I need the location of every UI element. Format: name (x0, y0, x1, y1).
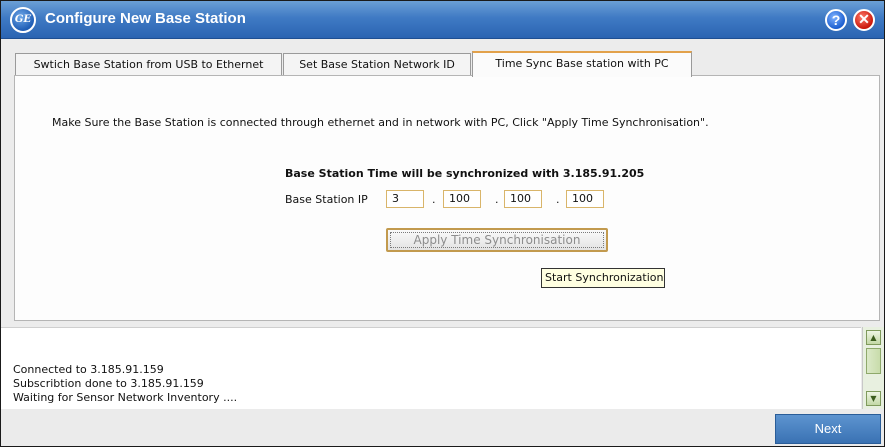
time-sync-panel: Make Sure the Base Station is connected … (14, 75, 880, 321)
ge-logo-icon: GE (10, 7, 36, 33)
title-bar[interactable]: GE Configure New Base Station ? ✕ (1, 1, 884, 39)
ip-octet-4-input[interactable]: 100 (566, 190, 604, 208)
sync-message: Base Station Time will be synchronized w… (285, 167, 645, 180)
log-line: Connected to 3.185.91.159 (13, 363, 164, 376)
base-station-ip-label: Base Station IP (285, 193, 368, 206)
ip-octet-2-input[interactable]: 100 (443, 190, 481, 208)
ip-octet-1-input[interactable]: 3 (386, 190, 424, 208)
tab-set-network-id[interactable]: Set Base Station Network ID (283, 53, 471, 75)
footer-bar: Next (1, 409, 884, 446)
apply-button-label: Apply Time Synchronisation (390, 232, 604, 248)
log-line: Waiting for Sensor Network Inventory ...… (13, 391, 238, 404)
tooltip: Start Synchronization (541, 268, 665, 288)
next-button[interactable]: Next (775, 414, 881, 444)
ip-octet-3-input[interactable]: 100 (504, 190, 542, 208)
instruction-text: Make Sure the Base Station is connected … (52, 116, 709, 129)
status-log[interactable]: Connected to 3.185.91.159 Subscribtion d… (1, 327, 861, 410)
ip-separator: . (495, 193, 499, 206)
tab-time-sync[interactable]: Time Sync Base station with PC (472, 51, 692, 77)
log-scrollbar[interactable]: ▲ ▼ (862, 327, 884, 409)
configure-base-station-window: GE Configure New Base Station ? ✕ Swtich… (0, 0, 885, 447)
ip-separator: . (556, 193, 560, 206)
scroll-down-icon[interactable]: ▼ (866, 391, 881, 406)
window-title: Configure New Base Station (45, 10, 246, 27)
scroll-up-icon[interactable]: ▲ (866, 330, 881, 345)
apply-time-sync-button[interactable]: Apply Time Synchronisation (386, 228, 608, 252)
close-icon[interactable]: ✕ (853, 9, 875, 31)
tab-switch-usb-ethernet[interactable]: Swtich Base Station from USB to Ethernet (15, 53, 282, 75)
scroll-thumb[interactable] (866, 348, 881, 374)
help-icon[interactable]: ? (825, 9, 847, 31)
ip-separator: . (432, 193, 436, 206)
log-line: Subscribtion done to 3.185.91.159 (13, 377, 204, 390)
